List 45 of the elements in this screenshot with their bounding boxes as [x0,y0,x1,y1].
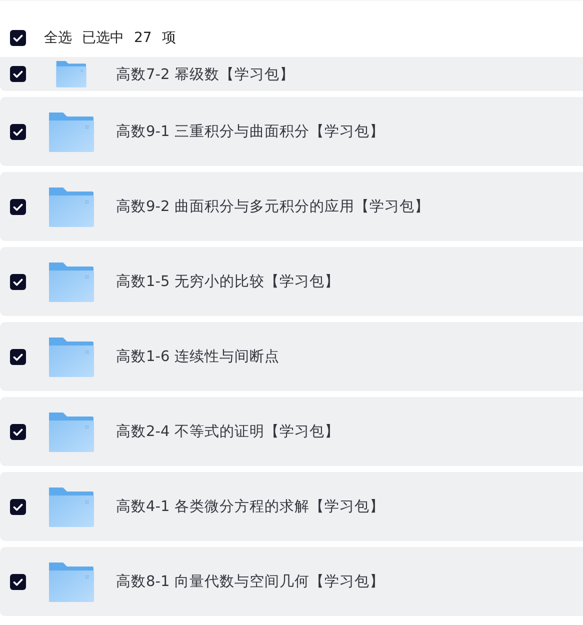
folder-icon [48,410,94,452]
check-icon [13,278,23,286]
folder-name: 高数4-1 各类微分方程的求解【学习包】 [116,498,384,516]
folder-name: 高数7-2 幂级数【学习包】 [116,66,294,84]
checkbox[interactable] [10,348,26,364]
check-icon [13,502,23,510]
folder-row[interactable]: 高数8-1 向量代数与空间几何【学习包】 [0,547,583,616]
folder-row[interactable]: 高数7-2 幂级数【学习包】 [0,57,583,91]
folder-name: 高数2-4 不等式的证明【学习包】 [116,422,340,441]
folder-icon [48,336,94,378]
checkbox[interactable] [10,30,26,46]
check-icon [13,428,23,436]
checkbox[interactable] [10,66,26,82]
folder-row[interactable]: 高数9-1 三重积分与曲面积分【学习包】 [0,97,583,166]
check-icon [13,578,23,586]
count-unit: 项 [162,29,176,47]
folder-name: 高数1-6 连续性与间断点 [116,348,280,366]
checkbox[interactable] [10,274,26,290]
checkbox[interactable] [10,424,26,440]
select-all-label[interactable]: 全选 [44,29,72,47]
checkbox[interactable] [10,198,26,214]
check-icon [13,352,23,360]
check-icon [13,202,23,210]
checkbox[interactable] [10,124,26,140]
folder-name: 高数1-5 无穷小的比较【学习包】 [116,272,340,291]
folder-name: 高数9-1 三重积分与曲面积分【学习包】 [116,122,384,141]
selected-label: 已选中 [82,29,124,47]
check-icon [13,70,23,78]
folder-icon [48,186,94,228]
check-icon [13,34,23,42]
checkbox[interactable] [10,574,26,590]
folder-icon [48,260,94,302]
check-icon [13,128,23,136]
folder-row[interactable]: 高数1-5 无穷小的比较【学习包】 [0,247,583,316]
folder-icon [48,110,94,152]
folder-name: 高数9-2 曲面积分与多元积分的应用【学习包】 [116,198,430,216]
checkbox[interactable] [10,498,26,514]
folder-icon [48,560,94,602]
folder-row[interactable]: 高数4-1 各类微分方程的求解【学习包】 [0,472,583,541]
folder-row[interactable]: 高数2-4 不等式的证明【学习包】 [0,397,583,466]
folder-icon [48,486,94,528]
selected-count: 27 [134,30,152,46]
folder-row[interactable]: 高数9-2 曲面积分与多元积分的应用【学习包】 [0,172,583,241]
folder-name: 高数8-1 向量代数与空间几何【学习包】 [116,572,384,591]
folder-row[interactable]: 高数1-6 连续性与间断点 [0,322,583,391]
